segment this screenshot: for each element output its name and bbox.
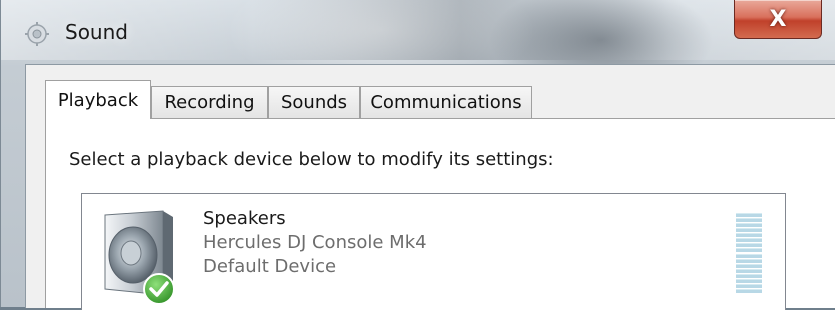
close-button[interactable]: X — [734, 0, 822, 39]
device-status: Default Device — [203, 256, 337, 277]
instruction-text: Select a playback device below to modify… — [69, 149, 554, 170]
tab-sounds[interactable]: Sounds — [268, 86, 360, 118]
close-icon: X — [769, 6, 787, 32]
device-description: Hercules DJ Console Mk4 — [203, 232, 427, 253]
tab-playback[interactable]: Playback — [45, 80, 151, 119]
tab-label: Sounds — [280, 92, 348, 113]
tab-recording[interactable]: Recording — [151, 86, 268, 118]
window-title: Sound — [65, 20, 128, 44]
device-name: Speakers — [203, 208, 286, 229]
dialog-client-area: Playback Recording Sounds Communications… — [25, 64, 835, 310]
volume-level-meter — [736, 213, 762, 293]
device-list[interactable]: Speakers Hercules DJ Console Mk4 Default… — [81, 193, 786, 310]
tab-label: Communications — [370, 92, 522, 113]
sound-app-icon — [25, 22, 49, 46]
tab-label: Playback — [57, 89, 139, 111]
tab-label: Recording — [164, 92, 255, 113]
default-check-icon — [143, 273, 175, 305]
sound-window: Sound X Playback Recording Sounds Commun… — [0, 0, 835, 310]
playback-tab-panel: Select a playback device below to modify… — [45, 118, 835, 310]
tab-communications[interactable]: Communications — [360, 86, 532, 118]
